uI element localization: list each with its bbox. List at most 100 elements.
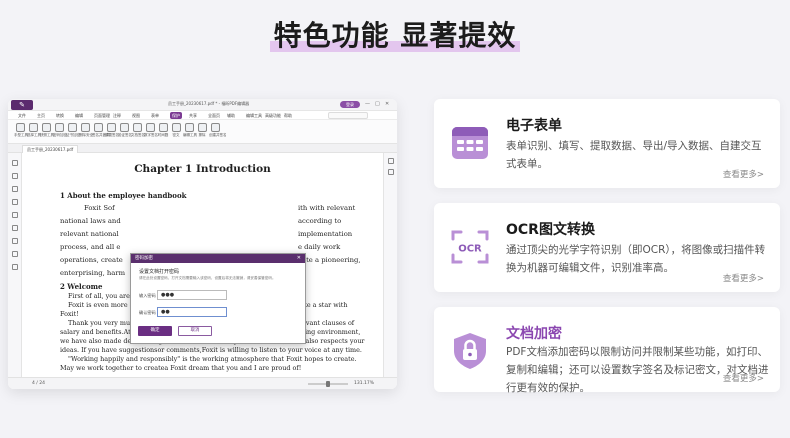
section-title: 特色功能 显著提效 — [269, 14, 521, 54]
status-bar: 4 / 24 131.17% — [8, 377, 397, 389]
section-heading: 特色功能 显著提效 — [0, 14, 790, 54]
body-line: May we work together to createa Foxit dr… — [60, 364, 302, 372]
menu-item[interactable]: 帮助 — [284, 113, 292, 119]
menu-item[interactable]: 编辑工具 — [246, 113, 262, 119]
section-heading-1: 1 About the employee handbook — [60, 191, 187, 200]
toolbar-button[interactable]: 快照工具 — [40, 123, 54, 138]
tool-icon — [28, 123, 38, 132]
paragraph-line: process, and all e — [60, 243, 121, 251]
tool-icon — [106, 123, 116, 132]
properties-icon[interactable] — [11, 264, 18, 270]
menu-item[interactable]: 保护 — [170, 112, 182, 119]
panel-toggle-icon[interactable] — [387, 158, 394, 164]
zoom-slider-handle[interactable] — [326, 381, 330, 387]
toolbar-button[interactable]: 数字签名 — [144, 123, 158, 138]
feature-card-form[interactable]: 电子表单 表单识别、填写、提取数据、导出/导入数据、自建交互式表单。 查看更多> — [434, 99, 780, 188]
left-navigation-panel — [8, 153, 22, 377]
tool-label: 手型工具 — [14, 133, 28, 137]
document-tab[interactable]: 员工手册_20230617.pdf — [22, 145, 79, 153]
dialog-close-icon[interactable]: ✕ — [297, 254, 301, 263]
toolbar-button[interactable]: 放置签名 — [105, 123, 119, 138]
confirm-password-input[interactable]: ●● — [157, 307, 227, 317]
tool-label: 编辑工具 — [183, 133, 197, 137]
toolbar-button[interactable]: 签名并盖章 — [92, 123, 110, 138]
paragraph-line: national laws and — [60, 217, 121, 225]
password-input[interactable]: ●●● — [157, 290, 227, 300]
page-indicator[interactable]: 4 / 24 — [32, 381, 45, 386]
chapter-title: Chapter 1 Introduction — [134, 163, 271, 175]
menu-item[interactable]: 主页 — [37, 113, 45, 119]
minimize-icon[interactable]: — — [365, 101, 370, 107]
tool-icon — [132, 123, 142, 132]
layers-icon[interactable] — [11, 186, 18, 192]
search-input[interactable] — [328, 112, 368, 119]
toolbar-button[interactable]: 时间戳 — [157, 123, 169, 138]
signature-icon[interactable] — [11, 238, 18, 244]
toolbar-button[interactable]: 文档签名 — [131, 123, 145, 138]
toolbar-button[interactable]: 证书加密 — [66, 123, 80, 138]
ocr-icon: OCR — [451, 230, 489, 264]
toolbar-button[interactable]: 擦除 — [196, 123, 208, 138]
feature-description: PDF文档添加密码以限制访问并限制某些功能，如打印、复制和编辑；还可以设置数字签… — [506, 346, 769, 394]
tool-icon — [171, 123, 181, 132]
paragraph-line: Foxit Sof — [84, 204, 115, 212]
document-tab-bar: 员工手册_20230617.pdf — [8, 144, 397, 153]
tool-icon — [210, 123, 220, 132]
menu-item[interactable]: 编辑 — [75, 113, 83, 119]
ok-button[interactable]: 确定 — [138, 326, 172, 336]
menu-item[interactable]: 转换 — [56, 113, 64, 119]
menu-item[interactable]: 文件 — [18, 113, 26, 119]
see-more-link[interactable]: 查看更多> — [723, 372, 764, 384]
see-more-link[interactable]: 查看更多> — [723, 168, 764, 180]
tool-label: 密文 — [172, 133, 180, 137]
see-more-link[interactable]: 查看更多> — [723, 272, 764, 284]
tool-label: 擦除 — [198, 133, 206, 137]
feature-card-encryption[interactable]: 文档加密 PDF文档添加密码以限制访问并限制某些功能，如打印、复制和编辑；还可以… — [434, 307, 780, 394]
dialog-title-bar: 密码加密 ✕ — [131, 254, 305, 263]
tool-icon — [15, 123, 25, 132]
zoom-level[interactable]: 131.17% — [354, 381, 374, 386]
menu-item[interactable]: 全面页 — [208, 113, 220, 119]
dialog-title: 密码加密 — [135, 256, 153, 261]
menu-item[interactable]: 注释 — [113, 113, 121, 119]
toolbar-button[interactable]: 验证签名 — [118, 123, 132, 138]
menu-item[interactable]: 高级功能 — [265, 113, 281, 119]
page-thumbnail-icon[interactable] — [11, 173, 18, 179]
menu-item[interactable]: 视图 — [132, 113, 140, 119]
bookmark-icon[interactable] — [11, 160, 18, 166]
menu-item[interactable]: 页面管理 — [94, 113, 110, 119]
security-icon[interactable] — [11, 225, 18, 231]
paragraph-line: according to — [298, 217, 342, 225]
tool-label: 快照工具 — [40, 133, 54, 137]
menu-item[interactable]: 辅助 — [227, 113, 235, 119]
settings-icon[interactable] — [387, 169, 394, 175]
menu-item[interactable]: 表单 — [151, 113, 159, 119]
dialog-description: 请在此处设置密码，打开文档需要输入该密码，设置后将无法撤销，请妥善保管密码。 — [139, 276, 276, 280]
feature-title: 文档加密 — [506, 326, 562, 342]
toolbar-button[interactable]: 删除安全 — [79, 123, 93, 138]
annotation-icon[interactable] — [11, 199, 18, 205]
dialog-heading: 设置文档打开密码 — [139, 269, 180, 275]
maximize-icon[interactable]: □ — [375, 101, 380, 107]
toolbar-button[interactable]: 选择工具 — [27, 123, 41, 138]
sign-in-button[interactable]: 登录 — [340, 101, 360, 108]
tool-icon — [54, 123, 64, 132]
toolbar-button[interactable]: 手型工具 — [14, 123, 28, 138]
toolbar-button[interactable]: 创建并签名 — [209, 123, 227, 138]
feature-card-ocr[interactable]: OCR OCR图文转换 通过顶尖的光学字符识别（即OCR），将图像或扫描件转换为… — [434, 203, 780, 292]
tool-icon — [67, 123, 77, 132]
toolbar-button[interactable]: 密码加密 — [53, 123, 67, 138]
window-title: 员工手册_20230617.pdf * - 福昕PDF编辑器 — [168, 101, 250, 106]
close-icon[interactable]: ✕ — [385, 101, 389, 107]
search-icon[interactable] — [11, 251, 18, 257]
attachment-icon[interactable] — [11, 212, 18, 218]
tool-label: 签名并盖章 — [92, 133, 110, 137]
toolbar-button[interactable]: 编辑工具 — [183, 123, 197, 138]
cancel-button[interactable]: 取消 — [178, 326, 212, 336]
form-icon — [452, 127, 488, 159]
toolbar-button[interactable]: 密文 — [170, 123, 182, 138]
body-line: Foxit! — [60, 310, 79, 318]
tool-icon — [158, 123, 168, 132]
paragraph-line: e daily work — [298, 243, 341, 251]
menu-item[interactable]: 共享 — [189, 113, 197, 119]
